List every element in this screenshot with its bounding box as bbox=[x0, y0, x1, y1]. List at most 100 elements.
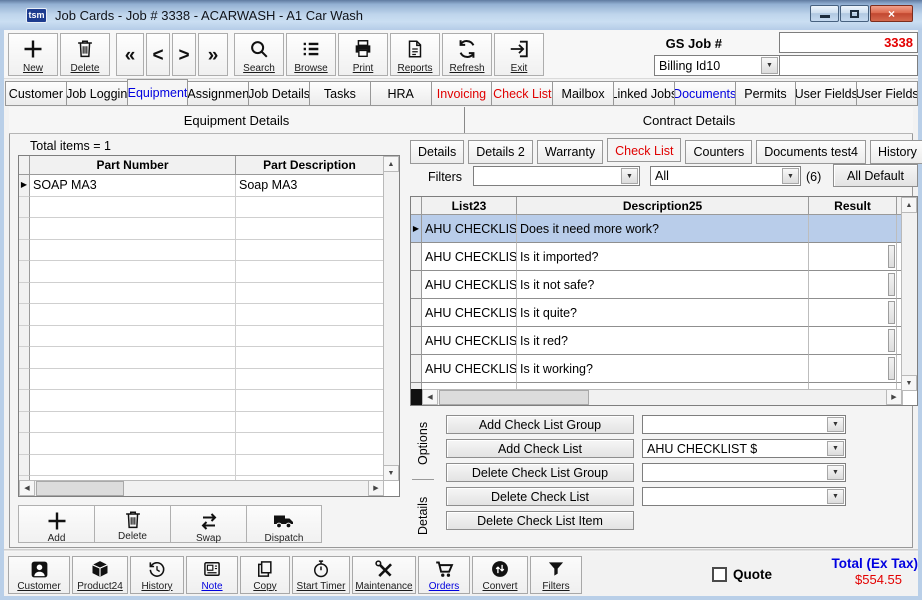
tab-user-fields-1[interactable]: User Fields bbox=[795, 81, 857, 106]
dropdown-arrow-icon[interactable]: ▼ bbox=[782, 168, 799, 184]
tab-hra[interactable]: HRA bbox=[370, 81, 432, 106]
result-mini-button[interactable] bbox=[888, 329, 895, 352]
result-mini-button[interactable] bbox=[888, 357, 895, 380]
delete-item-button[interactable]: Delete bbox=[94, 505, 170, 543]
subtab-history[interactable]: History bbox=[870, 140, 922, 164]
checklist-vertical-scrollbar[interactable]: ▲ ▼ bbox=[901, 197, 917, 391]
scrollbar-thumb[interactable] bbox=[36, 481, 124, 496]
orders-button[interactable]: Orders bbox=[418, 556, 470, 594]
result-mini-button[interactable] bbox=[888, 245, 895, 268]
result-mini-button[interactable] bbox=[888, 301, 895, 324]
subtab-counters[interactable]: Counters bbox=[685, 140, 752, 164]
part-description-column-header[interactable]: Part Description bbox=[236, 156, 384, 175]
gs-job-input[interactable] bbox=[779, 32, 918, 53]
dropdown-arrow-icon[interactable]: ▼ bbox=[827, 489, 844, 504]
table-row[interactable] bbox=[19, 304, 399, 326]
job-secondary-input[interactable] bbox=[779, 55, 918, 76]
table-row[interactable] bbox=[19, 218, 399, 240]
table-row[interactable] bbox=[19, 283, 399, 305]
convert-button[interactable]: Convert bbox=[472, 556, 528, 594]
result-mini-button[interactable] bbox=[888, 273, 895, 296]
tab-equipment[interactable]: Equipment bbox=[127, 79, 189, 106]
tab-user-fields-2[interactable]: User Fields bbox=[856, 81, 918, 106]
subtab-documents-test4[interactable]: Documents test4 bbox=[756, 140, 866, 164]
checklist-row[interactable]: AHU CHECKLIST Is it quite? bbox=[411, 299, 917, 327]
add-check-list-group-button[interactable]: Add Check List Group bbox=[446, 415, 634, 434]
checklist-horizontal-scrollbar[interactable]: ◀ ▶ bbox=[422, 389, 902, 405]
delete-check-list-group-select[interactable]: ▼ bbox=[642, 463, 846, 482]
delete-button[interactable]: Delete bbox=[60, 33, 110, 76]
customer-button[interactable]: Customer bbox=[8, 556, 70, 594]
result-column-header[interactable]: Result bbox=[809, 197, 897, 215]
delete-check-list-button[interactable]: Delete Check List bbox=[446, 487, 634, 506]
tab-job-details[interactable]: Job Details bbox=[248, 81, 310, 106]
table-row[interactable]: ▶ SOAP MA3 Soap MA3 bbox=[19, 175, 399, 197]
history-button[interactable]: History bbox=[130, 556, 184, 594]
table-row[interactable] bbox=[19, 261, 399, 283]
add-button[interactable]: Add bbox=[18, 505, 94, 543]
subtab-details-2[interactable]: Details 2 bbox=[468, 140, 533, 164]
copy-button[interactable]: Copy bbox=[240, 556, 290, 594]
last-record-button[interactable]: » bbox=[198, 33, 228, 76]
list23-column-header[interactable]: List23 bbox=[422, 197, 517, 215]
tab-mailbox[interactable]: Mailbox bbox=[552, 81, 614, 106]
scrollbar-thumb[interactable] bbox=[439, 390, 589, 405]
close-button[interactable]: × bbox=[870, 5, 913, 22]
table-row[interactable] bbox=[19, 347, 399, 369]
check-list-group-select[interactable]: ▼ bbox=[642, 415, 846, 434]
dispatch-button[interactable]: Dispatch bbox=[246, 505, 322, 543]
scroll-up-icon[interactable]: ▲ bbox=[901, 197, 917, 213]
dropdown-arrow-icon[interactable]: ▼ bbox=[827, 465, 844, 480]
title-bar[interactable]: tsm Job Cards - Job # 3338 - ACARWASH - … bbox=[0, 0, 922, 30]
delete-check-list-group-button[interactable]: Delete Check List Group bbox=[446, 463, 634, 482]
table-row[interactable] bbox=[19, 455, 399, 477]
tab-customer[interactable]: Customer bbox=[5, 81, 67, 106]
scroll-up-icon[interactable]: ▲ bbox=[383, 156, 399, 172]
checklist-row[interactable]: AHU CHECKLIST Is it red? bbox=[411, 327, 917, 355]
table-row[interactable] bbox=[19, 412, 399, 434]
prev-record-button[interactable]: < bbox=[146, 33, 170, 76]
tab-invoicing[interactable]: Invoicing bbox=[431, 81, 493, 106]
note-button[interactable]: Note bbox=[186, 556, 238, 594]
scroll-right-icon[interactable]: ▶ bbox=[368, 480, 384, 496]
tab-tasks[interactable]: Tasks bbox=[309, 81, 371, 106]
first-record-button[interactable]: « bbox=[116, 33, 144, 76]
subtab-details[interactable]: Details bbox=[410, 140, 464, 164]
minimize-button[interactable] bbox=[810, 5, 839, 22]
subtab-check-list[interactable]: Check List bbox=[607, 138, 681, 162]
add-check-list-button[interactable]: Add Check List bbox=[446, 439, 634, 458]
description25-column-header[interactable]: Description25 bbox=[517, 197, 809, 215]
checklist-row[interactable]: AHU CHECKLIST Is it not safe? bbox=[411, 271, 917, 299]
refresh-button[interactable]: Refresh bbox=[442, 33, 492, 76]
delete-check-list-select[interactable]: ▼ bbox=[642, 487, 846, 506]
equipment-horizontal-scrollbar[interactable]: ◀ ▶ bbox=[19, 480, 384, 496]
print-button[interactable]: Print bbox=[338, 33, 388, 76]
table-row[interactable] bbox=[19, 326, 399, 348]
tab-check-list[interactable]: Check List bbox=[491, 81, 553, 106]
tab-job-logging[interactable]: Job Loggin bbox=[66, 81, 128, 106]
equipment-vertical-scrollbar[interactable]: ▲ ▼ bbox=[383, 156, 399, 481]
checklist-row[interactable]: ▶ AHU CHECKLIST Does it need more work? bbox=[411, 215, 917, 243]
next-record-button[interactable]: > bbox=[172, 33, 196, 76]
delete-check-list-item-button[interactable]: Delete Check List Item bbox=[446, 511, 634, 530]
filter-select-2[interactable]: All ▼ bbox=[650, 166, 801, 186]
scroll-left-icon[interactable]: ◀ bbox=[19, 480, 35, 496]
subtab-warranty[interactable]: Warranty bbox=[537, 140, 603, 164]
table-row[interactable] bbox=[19, 369, 399, 391]
start-timer-button[interactable]: Start Timer bbox=[292, 556, 350, 594]
table-row[interactable] bbox=[19, 390, 399, 412]
checklist-row[interactable]: AHU CHECKLIST Is it working? bbox=[411, 355, 917, 383]
part-number-column-header[interactable]: Part Number bbox=[30, 156, 236, 175]
filter-select-1[interactable]: ▼ bbox=[473, 166, 640, 186]
check-list-select[interactable]: AHU CHECKLIST $ ▼ bbox=[642, 439, 846, 458]
all-default-button[interactable]: All Default bbox=[833, 164, 918, 187]
tab-permits[interactable]: Permits bbox=[735, 81, 797, 106]
filters-button[interactable]: Filters bbox=[530, 556, 582, 594]
dropdown-arrow-icon[interactable]: ▼ bbox=[621, 168, 638, 184]
search-button[interactable]: Search bbox=[234, 33, 284, 76]
dropdown-arrow-icon[interactable]: ▼ bbox=[761, 57, 778, 74]
reports-button[interactable]: Reports bbox=[390, 33, 440, 76]
dropdown-arrow-icon[interactable]: ▼ bbox=[827, 441, 844, 456]
scroll-down-icon[interactable]: ▼ bbox=[901, 375, 917, 391]
side-tab-options[interactable]: Options bbox=[416, 412, 430, 474]
